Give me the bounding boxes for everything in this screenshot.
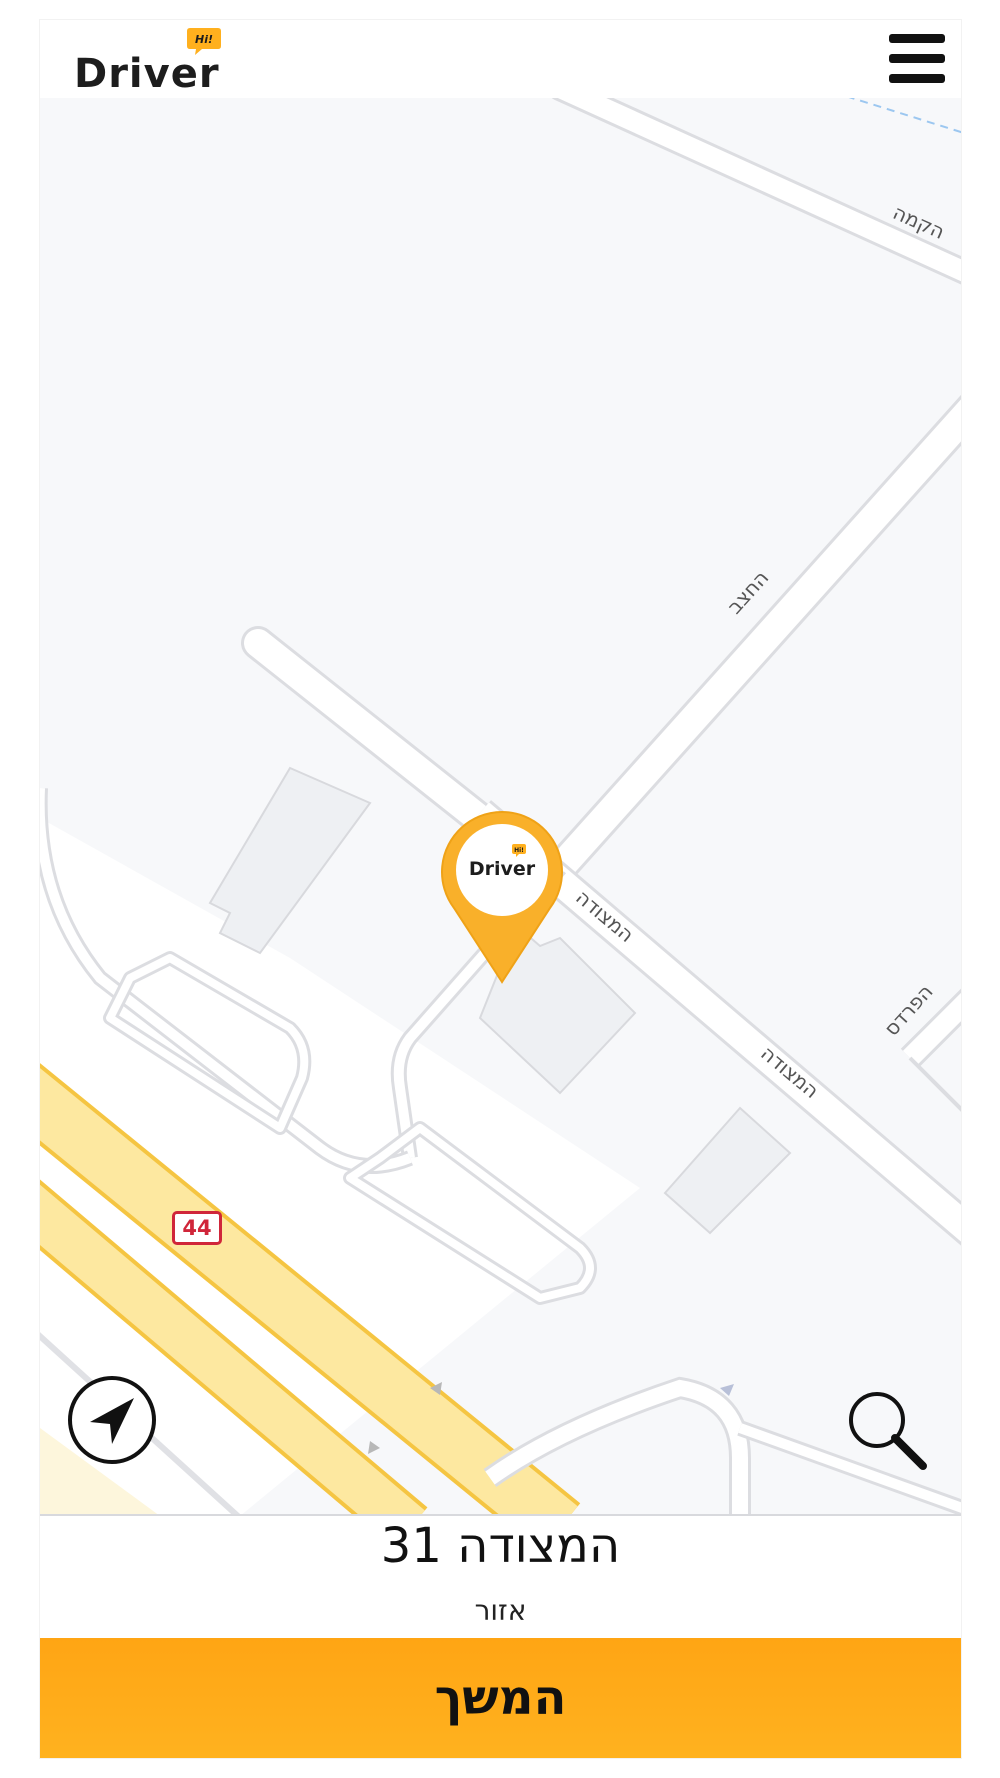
menu-icon-bar-2 <box>889 54 945 63</box>
address-panel: המצודה 31 אזור <box>40 1516 961 1632</box>
navigation-arrow-icon <box>68 1376 156 1464</box>
menu-icon-bar-1 <box>889 34 945 43</box>
address-area: אזור <box>474 1594 527 1627</box>
logo-text: Driver <box>74 51 220 97</box>
search-button[interactable] <box>843 1386 931 1474</box>
pin-badge-text: Hi! <box>514 847 524 854</box>
top-bar: Hi! Driver <box>40 20 961 98</box>
continue-button[interactable]: המשך <box>40 1638 961 1758</box>
app-logo: Hi! Driver <box>74 26 234 98</box>
menu-button[interactable] <box>889 34 945 84</box>
map-canvas <box>40 98 961 1516</box>
map-view[interactable]: הקמה החצב המצודה המצודה הפרדס 44 Hi! Dri… <box>40 98 961 1516</box>
location-pin[interactable]: Hi! Driver <box>440 808 564 984</box>
logo-badge-text: Hi! <box>195 33 213 46</box>
pin-label: Driver <box>468 858 536 880</box>
address-street: המצודה 31 <box>380 1518 621 1574</box>
locate-me-button[interactable] <box>66 1374 158 1466</box>
app-screen: Hi! Driver הקמה החצב המצודה המצודה הפרדס… <box>40 20 961 1758</box>
route-44-badge: 44 <box>172 1211 222 1245</box>
search-icon <box>849 1392 927 1470</box>
menu-icon-bar-3 <box>889 74 945 83</box>
map-pin-icon: Hi! <box>441 811 563 984</box>
